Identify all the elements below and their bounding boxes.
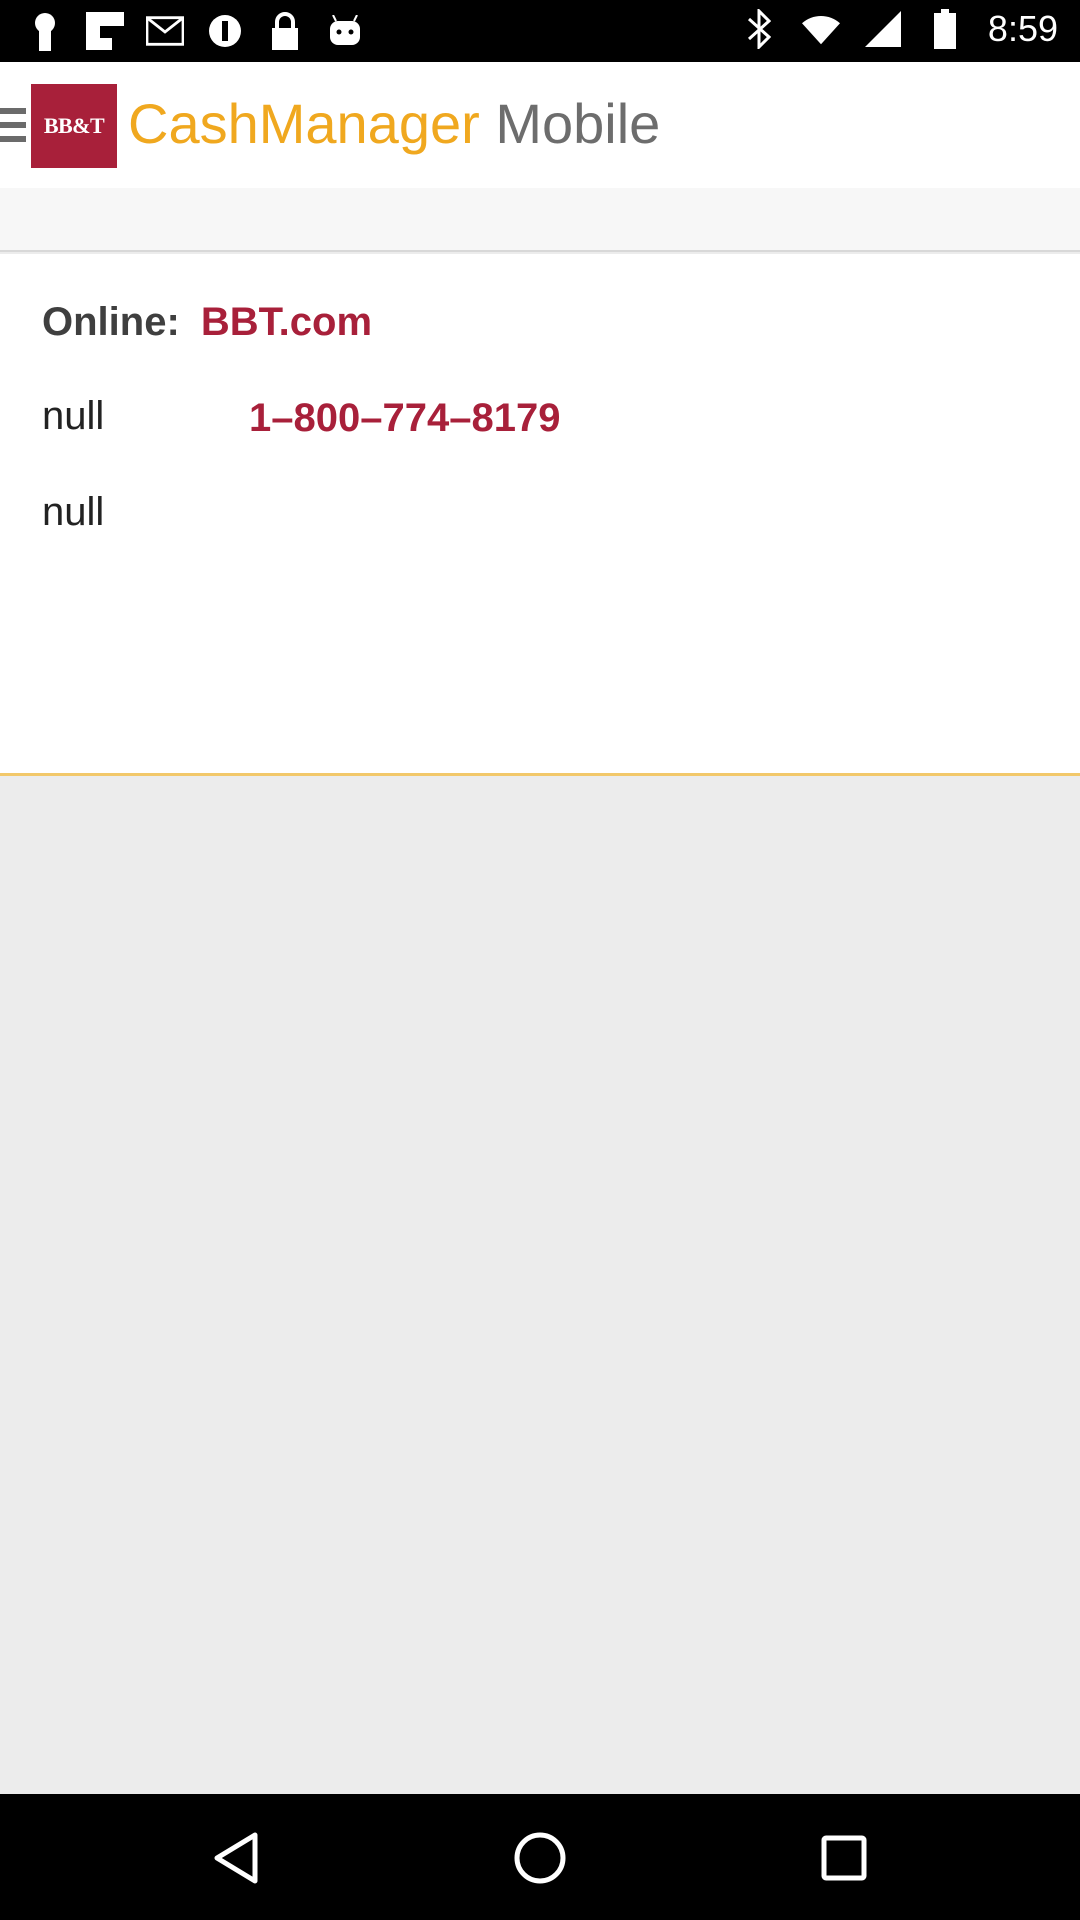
lock-icon xyxy=(266,10,304,52)
battery-icon xyxy=(926,8,964,50)
app-title-cashmanager: CashManager xyxy=(128,92,480,155)
system-nav-bar xyxy=(0,1794,1080,1920)
extra-row: null xyxy=(42,490,104,535)
home-icon[interactable] xyxy=(500,1818,580,1898)
phone-label: null xyxy=(42,394,105,438)
bluetooth-icon xyxy=(740,8,778,50)
extra-label: null xyxy=(42,490,105,534)
app-title-mobile: Mobile xyxy=(495,92,661,155)
bbt-logo: BB&T xyxy=(31,84,117,168)
online-label: Online: xyxy=(42,300,180,344)
back-icon[interactable] xyxy=(196,1818,276,1898)
mail-icon xyxy=(146,10,184,52)
online-row: Online: BBT.com xyxy=(42,300,372,345)
android-icon xyxy=(326,10,364,52)
shazam-icon xyxy=(206,10,244,52)
bbt-website-link[interactable]: BBT.com xyxy=(201,300,372,344)
phone-link[interactable]: 1–800–774–8179 xyxy=(249,396,560,441)
contact-card: Online: BBT.com null 1–800–774–8179 null xyxy=(0,254,1080,776)
keyhole-icon xyxy=(26,10,64,52)
app-header: BB&T CashManager Mobile xyxy=(0,62,1080,188)
wifi-icon xyxy=(801,8,840,50)
menu-icon[interactable] xyxy=(0,108,26,142)
sub-header-strip xyxy=(0,188,1080,252)
recents-icon[interactable] xyxy=(804,1818,884,1898)
phone-row: null 1–800–774–8179 xyxy=(42,394,560,440)
status-bar: 8:59 xyxy=(0,0,1080,62)
app-title: CashManager Mobile xyxy=(128,88,660,160)
flipboard-icon xyxy=(86,10,124,52)
signal-icon xyxy=(864,8,902,50)
clock: 8:59 xyxy=(987,8,1058,49)
